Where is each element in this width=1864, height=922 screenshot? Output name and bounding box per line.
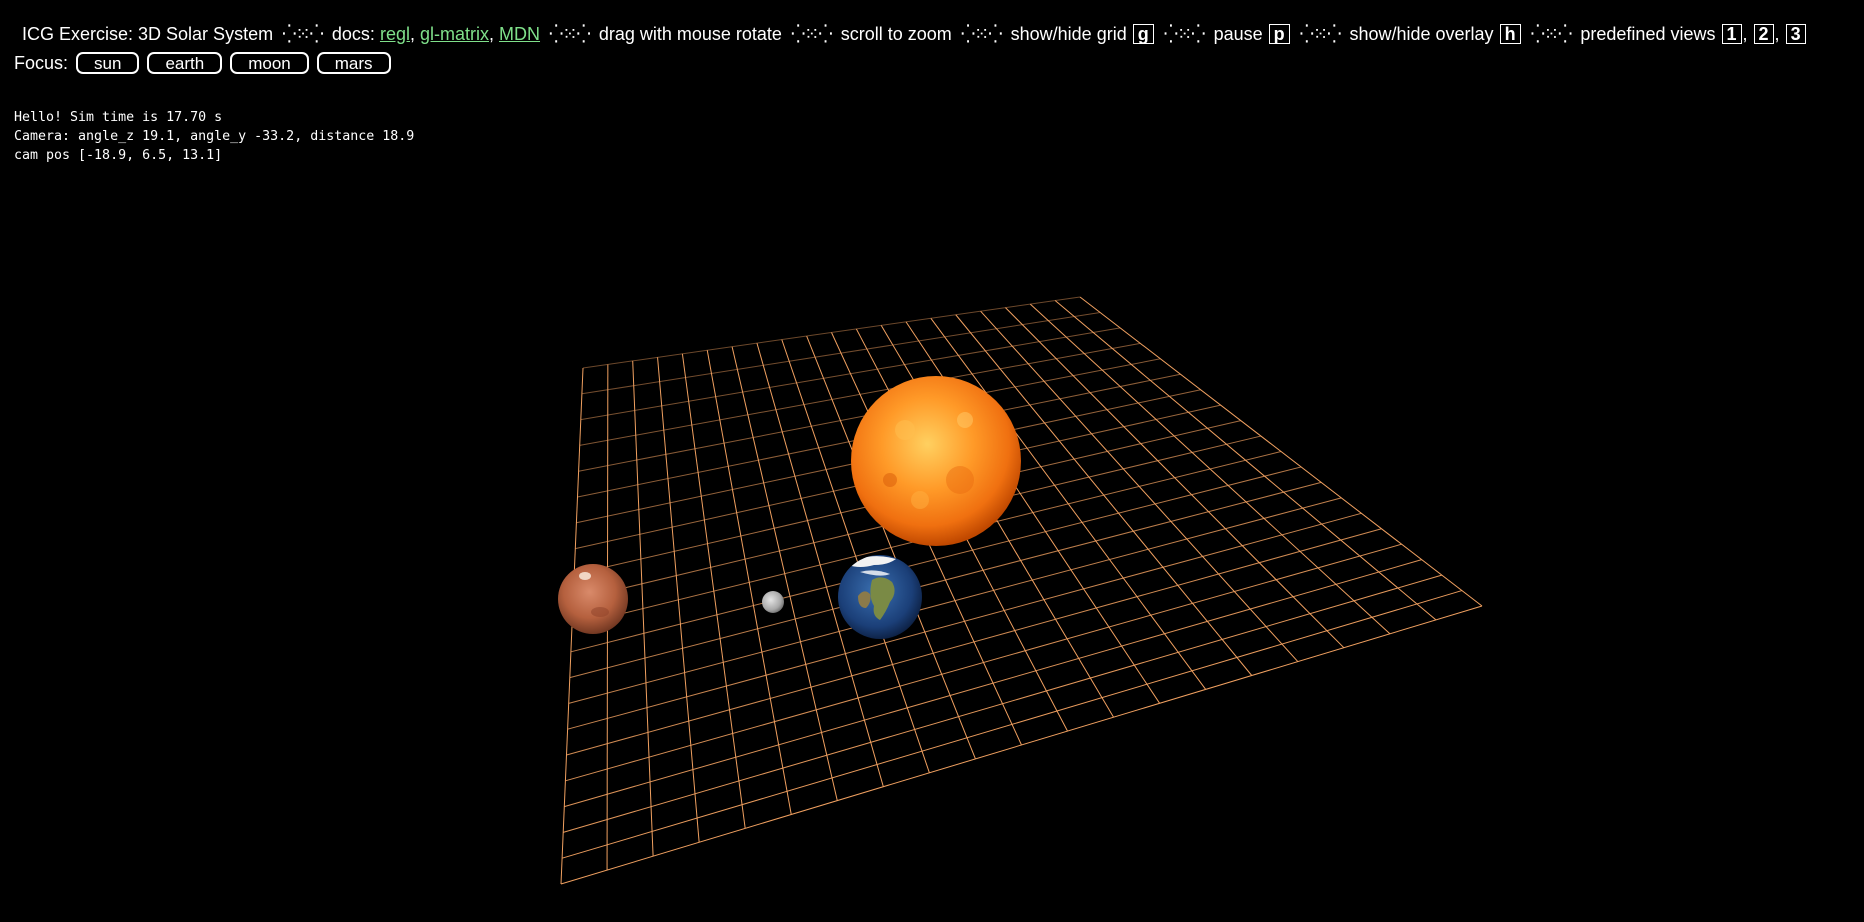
grid-line [561,590,1463,859]
sim-time-text: Hello! Sim time is 17.70 s [14,110,223,125]
separator: ⁛⁙⁛ [790,24,833,44]
focus-sun-button[interactable]: sun [76,52,140,74]
grid-line [1079,296,1483,607]
separator: ⁛⁙⁛ [282,24,324,44]
view-2-key[interactable]: 2 [1753,24,1774,44]
camera-position-text: cam pos [-18.9, 6.5, 13.1] [14,148,223,163]
focus-moon-button[interactable]: moon [230,52,309,74]
debug-overlay: Hello! Sim time is 17.70 s Camera: angle_… [14,108,414,165]
pause-hint: pause [1213,24,1263,44]
earth-planet[interactable] [838,555,922,639]
focus-mars-button[interactable]: mars [316,52,391,74]
pause-key[interactable]: p [1268,24,1290,44]
gl-matrix-link[interactable]: gl-matrix [420,24,489,44]
sun-planet[interactable] [851,376,1021,546]
views-hint: predefined views [1580,24,1716,44]
overlay-hint: show/hide overlay [1349,24,1494,44]
grid-key[interactable]: g [1132,24,1154,44]
separator: ⁛⁙⁛ [960,24,1003,44]
grid-hint: show/hide grid [1010,24,1127,44]
mdn-link[interactable]: MDN [499,24,540,44]
grid-line [1054,300,1437,621]
docs-label: docs: [331,24,375,44]
grid-line [1029,303,1391,635]
separator: ⁛⁙⁛ [1163,24,1206,44]
focus-label: Focus: [14,53,69,73]
grid [560,296,1483,885]
focus-bar: Focus: sun earth moon mars [14,51,391,75]
focus-earth-button[interactable]: earth [147,52,223,74]
moon-planet[interactable] [762,591,784,613]
page-title: ICG Exercise: 3D Solar System [22,24,274,44]
regl-link[interactable]: regl [380,24,410,44]
view-3-key[interactable]: 3 [1785,24,1806,44]
rotate-hint: drag with mouse rotate [598,24,782,44]
mars-planet[interactable] [558,564,628,634]
separator: ⁛⁙⁛ [549,24,591,44]
zoom-hint: scroll to zoom [840,24,952,44]
separator: ⁛⁙⁛ [1299,24,1342,44]
camera-angles-text: Camera: angle_z 19.1, angle_y -33.2, dis… [14,129,415,144]
header-bar: ICG Exercise: 3D Solar System ⁛⁙⁛ docs: … [22,22,1807,46]
grid-line [563,574,1442,833]
overlay-key[interactable]: h [1499,24,1521,44]
grid-line [560,605,1483,885]
separator: ⁛⁙⁛ [1530,24,1573,44]
view-1-key[interactable]: 1 [1721,24,1742,44]
